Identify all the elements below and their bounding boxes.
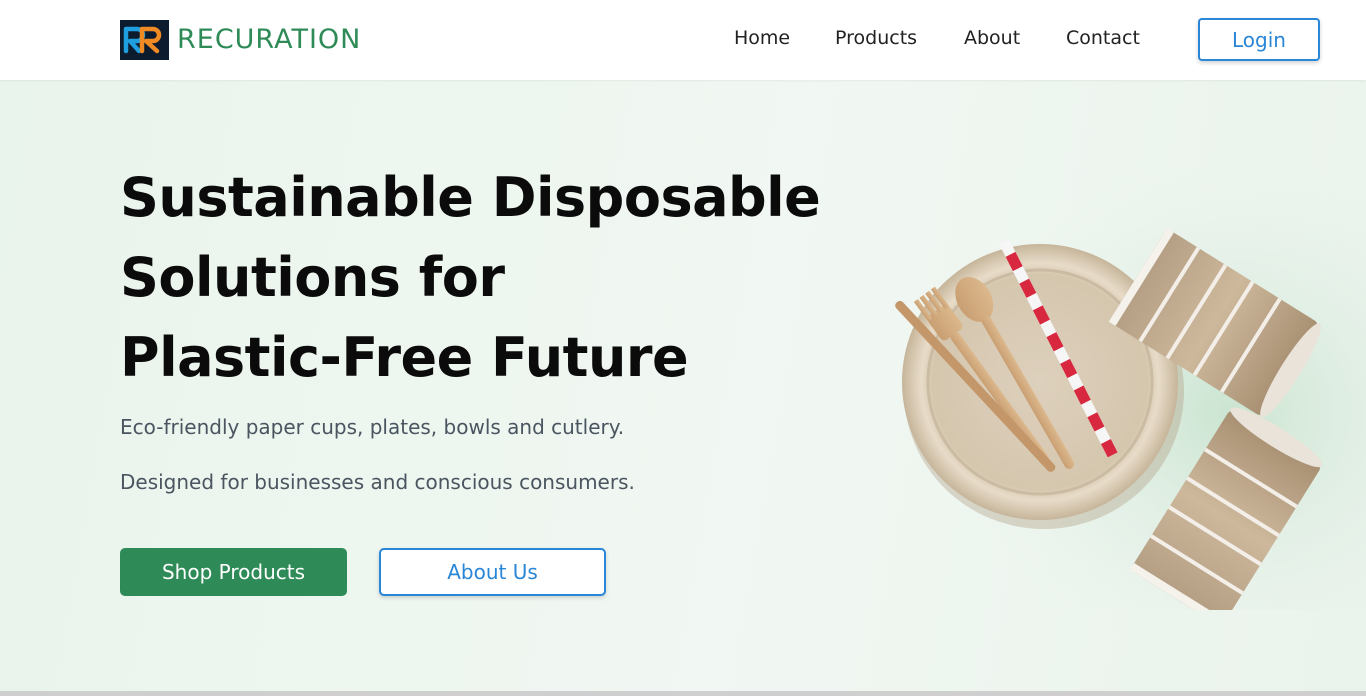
- nav-about[interactable]: About: [964, 26, 1020, 50]
- nav-contact[interactable]: Contact: [1066, 26, 1140, 50]
- hero-title-line-3: Plastic-Free Future: [120, 326, 689, 389]
- hero-description-1: Eco-friendly paper cups, plates, bowls a…: [120, 415, 625, 439]
- hero-title-line-1: Sustainable Disposable: [120, 166, 821, 229]
- shop-products-button[interactable]: Shop Products: [120, 548, 347, 596]
- hero-title-line-2: Solutions for: [120, 246, 505, 309]
- eco-tableware-image: [880, 170, 1366, 610]
- nav-home[interactable]: Home: [734, 26, 790, 50]
- hero-section: Sustainable Disposable Solutions for Pla…: [0, 80, 1366, 692]
- about-us-button[interactable]: About Us: [379, 548, 606, 596]
- hero-description-2: Designed for businesses and conscious co…: [120, 470, 635, 494]
- main-nav: Home Products About Contact: [0, 26, 1366, 52]
- hero-bottom-divider: [0, 691, 1366, 696]
- hero-title: Sustainable Disposable Solutions for Pla…: [120, 158, 821, 398]
- login-button[interactable]: Login: [1198, 18, 1320, 61]
- navbar: RECURATION Home Products About Contact L…: [0, 0, 1366, 80]
- nav-products[interactable]: Products: [835, 26, 917, 50]
